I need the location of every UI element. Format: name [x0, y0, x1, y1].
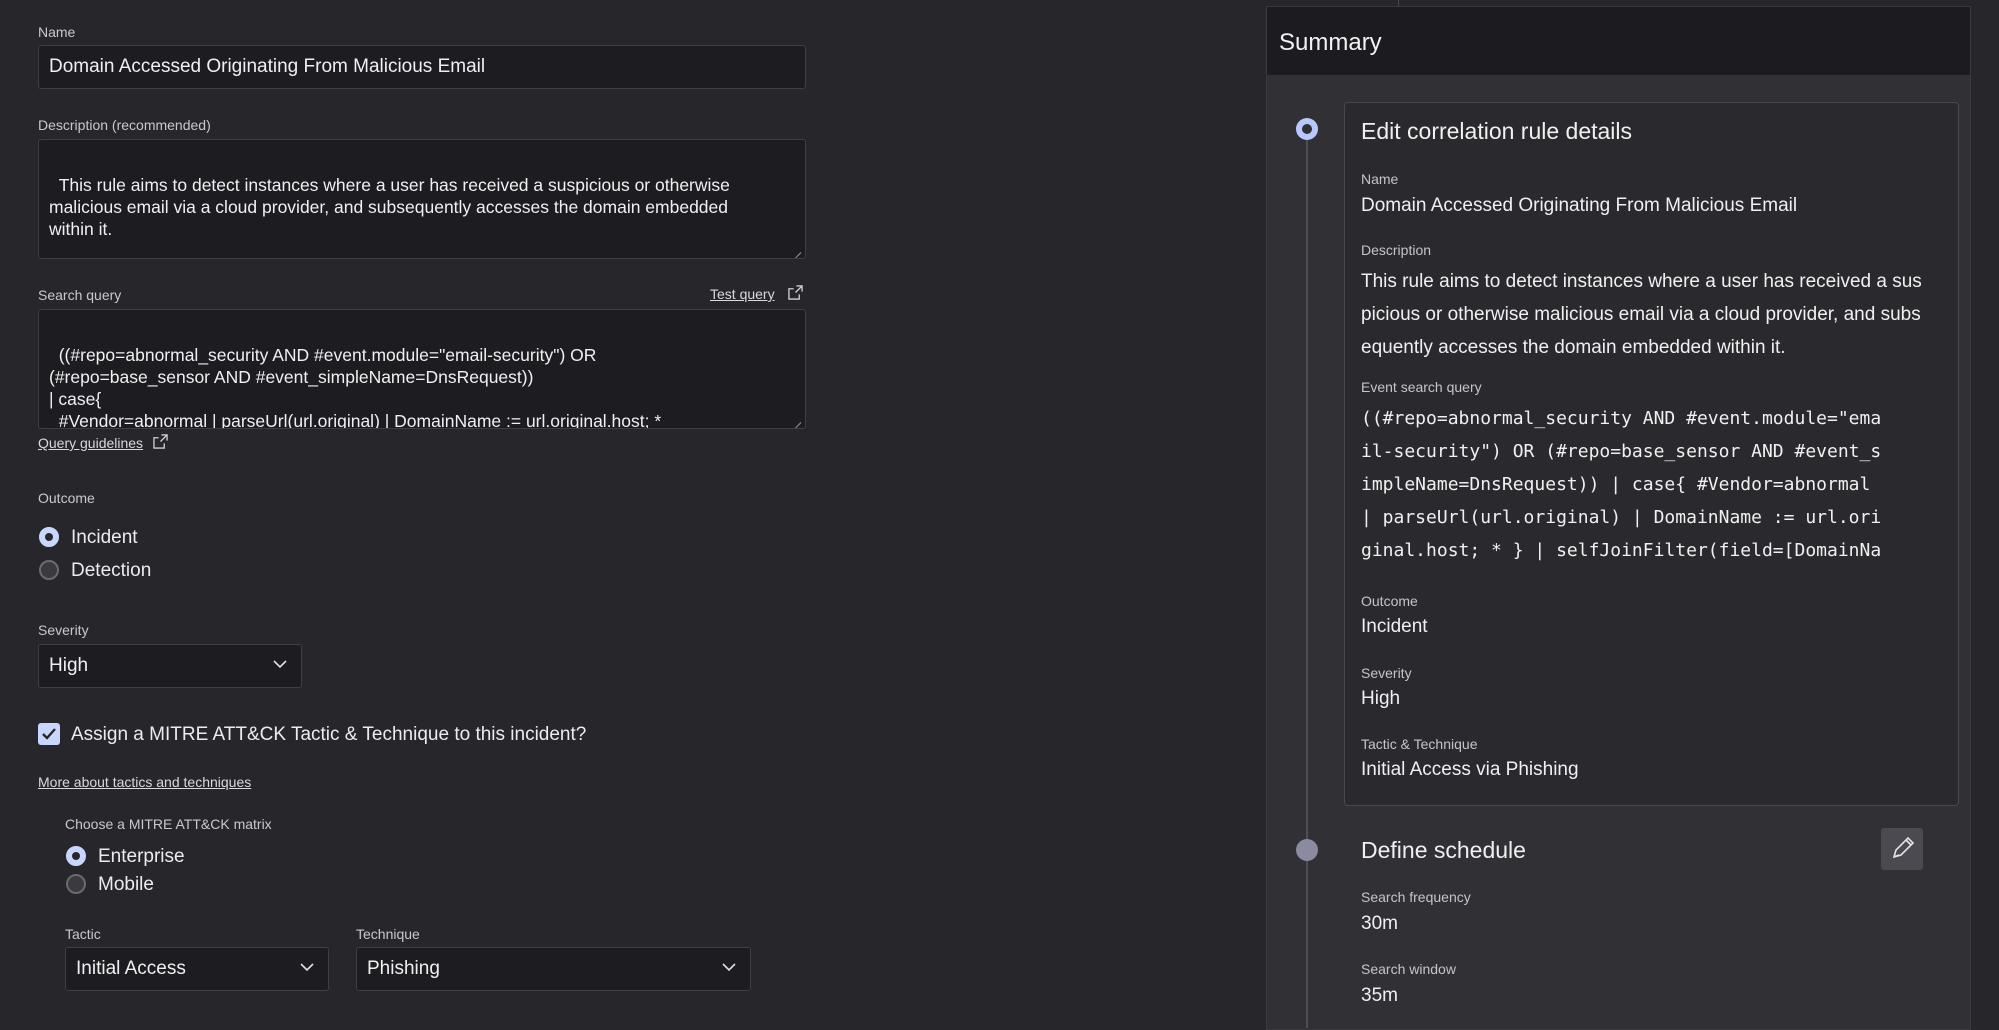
chevron-down-icon [722, 963, 736, 972]
matrix-enterprise-radio[interactable] [66, 846, 86, 866]
tactic-select[interactable]: Initial Access [65, 947, 329, 991]
name-label: Name [38, 24, 76, 40]
edit-schedule-button[interactable] [1881, 828, 1923, 870]
summary-query-value[interactable]: ((#repo=abnormal_security AND #event.mod… [1361, 402, 1946, 568]
technique-label: Technique [356, 926, 420, 942]
summary-header: Summary [1267, 7, 1970, 75]
summary-title: Summary [1279, 29, 1382, 56]
severity-value: High [49, 655, 89, 676]
chevron-down-icon [300, 963, 314, 972]
external-link-icon[interactable] [788, 285, 803, 300]
step1-title: Edit correlation rule details [1361, 118, 1633, 144]
outcome-incident-label[interactable]: Incident [71, 527, 138, 549]
mitre-checkbox-label[interactable]: Assign a MITRE ATT&CK Tactic & Technique… [71, 724, 586, 746]
technique-value: Phishing [367, 958, 440, 979]
resize-handle-icon[interactable] [793, 246, 801, 254]
summary-tactic-label: Tactic & Technique [1361, 736, 1478, 752]
search-frequency-value: 30m [1361, 913, 1398, 934]
chevron-down-icon [273, 660, 287, 669]
summary-tactic-value: Initial Access via Phishing [1361, 759, 1579, 780]
summary-outcome-value: Incident [1361, 616, 1428, 637]
checkmark-icon [42, 728, 56, 740]
mitre-info-link[interactable]: More about tactics and techniques [38, 774, 251, 790]
description-label: Description (recommended) [38, 117, 211, 133]
search-query-textarea[interactable]: ((#repo=abnormal_security AND #event.mod… [38, 309, 806, 429]
step2-indicator-icon [1296, 839, 1318, 861]
description-textarea[interactable]: This rule aims to detect instances where… [38, 139, 806, 259]
outcome-label: Outcome [38, 490, 95, 506]
description-text: This rule aims to detect instances where… [49, 175, 730, 239]
mitre-checkbox[interactable] [38, 723, 60, 745]
summary-outcome-label: Outcome [1361, 593, 1418, 609]
severity-label: Severity [38, 622, 89, 638]
query-guidelines-link[interactable]: Query guidelines [38, 435, 143, 451]
summary-description-label: Description [1361, 242, 1432, 258]
resize-handle-icon[interactable] [793, 416, 801, 424]
outcome-detection-label[interactable]: Detection [71, 560, 151, 582]
summary-query-label: Event search query [1361, 379, 1482, 395]
matrix-enterprise-label[interactable]: Enterprise [98, 846, 185, 868]
matrix-label: Choose a MITRE ATT&CK matrix [65, 816, 272, 832]
summary-name-value: Domain Accessed Originating From Malicio… [1361, 195, 1798, 216]
tactic-value: Initial Access [76, 958, 186, 979]
search-query-text: ((#repo=abnormal_security AND #event.mod… [49, 345, 662, 429]
step1-indicator-icon [1296, 118, 1318, 140]
technique-select[interactable]: Phishing [356, 947, 751, 991]
search-query-label: Search query [38, 287, 122, 303]
outcome-incident-radio[interactable] [39, 527, 59, 547]
summary-description-value: This rule aims to detect instances where… [1361, 271, 1922, 358]
summary-name-label: Name [1361, 171, 1399, 187]
name-input[interactable]: Domain Accessed Originating From Malicio… [38, 45, 806, 89]
outcome-detection-radio[interactable] [39, 560, 59, 580]
search-frequency-label: Search frequency [1361, 889, 1471, 905]
step-card-details: Edit correlation rule details Name Domai… [1344, 102, 1959, 806]
summary-panel: Summary Edit correlation rule details Na… [1266, 6, 1971, 1030]
pencil-icon [1892, 836, 1915, 859]
search-window-label: Search window [1361, 961, 1456, 977]
external-link-icon[interactable] [153, 434, 168, 449]
tactic-label: Tactic [65, 926, 101, 942]
matrix-mobile-label[interactable]: Mobile [98, 874, 154, 896]
test-query-link[interactable]: Test query [710, 286, 775, 302]
matrix-mobile-radio[interactable] [66, 874, 86, 894]
search-window-value: 35m [1361, 985, 1398, 1006]
summary-severity-value: High [1361, 688, 1401, 709]
step2-title: Define schedule [1361, 837, 1526, 863]
severity-select[interactable]: High [38, 644, 302, 688]
timeline-line [1306, 128, 1308, 1028]
summary-severity-label: Severity [1361, 665, 1412, 681]
